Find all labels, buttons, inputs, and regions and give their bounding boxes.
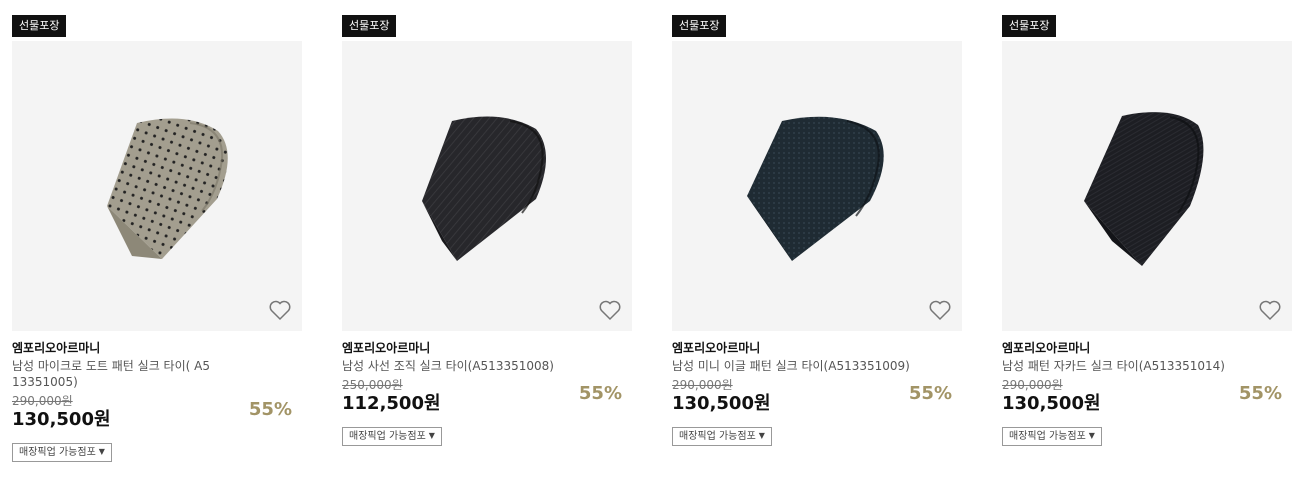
product-image[interactable] <box>1002 41 1292 331</box>
caret-down-icon: ▼ <box>98 447 105 456</box>
necktie-image <box>422 116 546 261</box>
store-pickup-dropdown[interactable]: 매장픽업 가능점포 ▼ <box>672 427 772 446</box>
heart-outline-icon[interactable] <box>1258 299 1282 321</box>
product-info: 엠포리오아르마니 남성 마이크로 도트 패턴 실크 타이( A513351005… <box>12 341 304 462</box>
brand-name: 엠포리오아르마니 <box>12 341 101 355</box>
product-info: 엠포리오아르마니 남성 사선 조직 실크 타이(A513351008) 250,… <box>342 341 634 446</box>
brand-name: 엠포리오아르마니 <box>342 341 431 355</box>
gift-wrap-badge: 선물포장 <box>672 15 727 37</box>
store-pickup-dropdown[interactable]: 매장픽업 가능점포 ▼ <box>1002 427 1102 446</box>
discount-rate: 55% <box>578 383 622 404</box>
product-image[interactable] <box>342 41 632 331</box>
necktie-image <box>107 118 228 259</box>
gift-wrap-badge: 선물포장 <box>12 15 67 37</box>
caret-down-icon: ▼ <box>428 431 435 440</box>
product-name[interactable]: 남성 마이크로 도트 패턴 실크 타이( A513351005) <box>12 358 212 390</box>
brand-name: 엠포리오아르마니 <box>672 341 761 355</box>
product-name[interactable]: 남성 패턴 자카드 실크 타이(A513351014) <box>1002 358 1262 374</box>
caret-down-icon: ▼ <box>758 431 765 440</box>
store-pickup-label: 매장픽업 가능점포 <box>679 431 756 442</box>
discount-rate: 55% <box>1238 383 1282 404</box>
necktie-image <box>747 116 884 261</box>
store-pickup-dropdown[interactable]: 매장픽업 가능점포 ▼ <box>12 443 112 462</box>
store-pickup-label: 매장픽업 가능점포 <box>19 447 96 458</box>
heart-outline-icon[interactable] <box>928 299 952 321</box>
discount-rate: 55% <box>908 383 952 404</box>
product-image[interactable] <box>672 41 962 331</box>
store-pickup-label: 매장픽업 가능점포 <box>1009 431 1086 442</box>
caret-down-icon: ▼ <box>1088 431 1095 440</box>
gift-wrap-badge: 선물포장 <box>342 15 397 37</box>
store-pickup-label: 매장픽업 가능점포 <box>349 431 426 442</box>
gift-wrap-badge: 선물포장 <box>1002 15 1057 37</box>
product-grid: 선물포장 엠포리오아르마니 남성 마이크로 도트 패턴 실크 타이( A5133… <box>0 0 1306 495</box>
heart-outline-icon[interactable] <box>598 299 622 321</box>
discount-rate: 55% <box>248 399 292 420</box>
brand-name: 엠포리오아르마니 <box>1002 341 1091 355</box>
product-name[interactable]: 남성 사선 조직 실크 타이(A513351008) <box>342 358 602 374</box>
product-image[interactable] <box>12 41 302 331</box>
necktie-image <box>1084 112 1204 266</box>
heart-outline-icon[interactable] <box>268 299 292 321</box>
product-info: 엠포리오아르마니 남성 패턴 자카드 실크 타이(A513351014) 290… <box>1002 341 1294 446</box>
store-pickup-dropdown[interactable]: 매장픽업 가능점포 ▼ <box>342 427 442 446</box>
product-info: 엠포리오아르마니 남성 미니 이글 패턴 실크 타이(A513351009) 2… <box>672 341 964 446</box>
product-name[interactable]: 남성 미니 이글 패턴 실크 타이(A513351009) <box>672 358 932 374</box>
